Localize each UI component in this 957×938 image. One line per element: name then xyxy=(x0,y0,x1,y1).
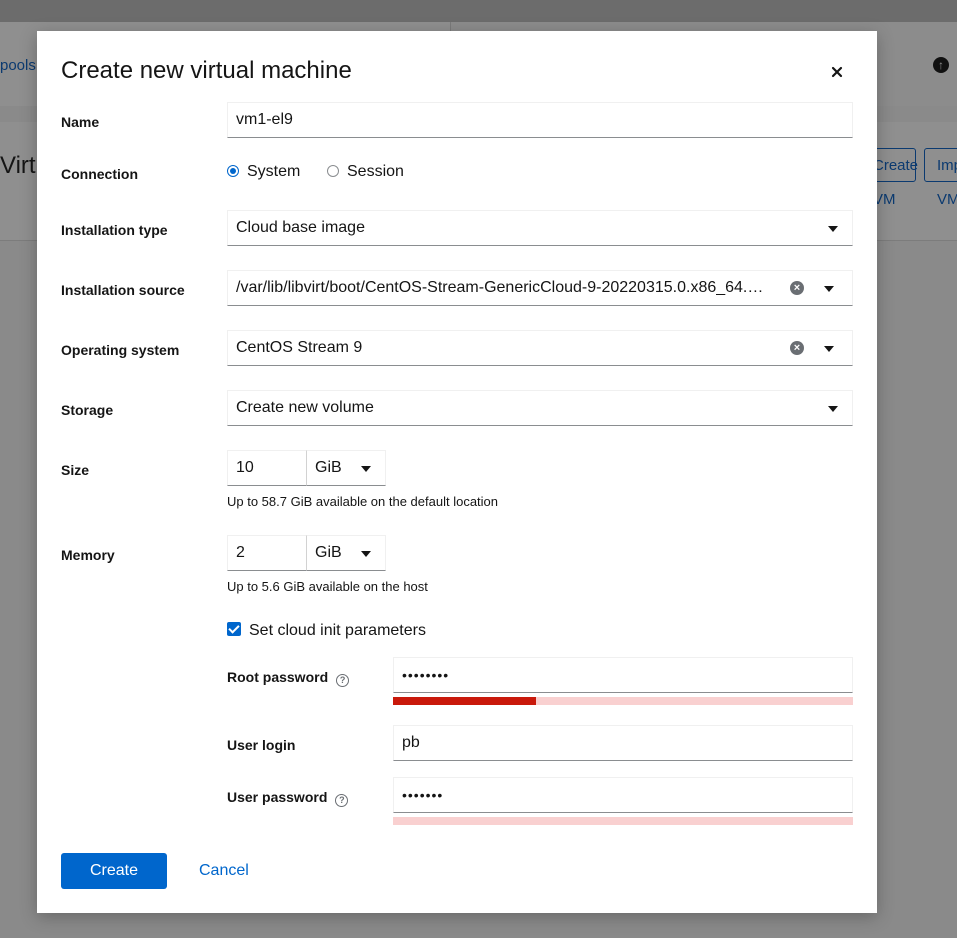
checkbox-checked-icon[interactable] xyxy=(227,622,241,636)
user-password-value: ••••••• xyxy=(402,787,444,803)
installation-source-value: /var/lib/libvirt/boot/CentOS-Stream-Gene… xyxy=(236,279,772,296)
root-password-strength-fill xyxy=(393,697,536,705)
cloud-init-checkbox-row[interactable]: Set cloud init parameters xyxy=(227,622,426,640)
memory-input[interactable]: 2 xyxy=(227,535,307,571)
close-button[interactable] xyxy=(829,64,845,80)
dialog-title: Create new virtual machine xyxy=(61,57,352,84)
operating-system-label: Operating system xyxy=(61,342,180,358)
caret-down-icon xyxy=(828,226,838,232)
storage-select[interactable]: Create new volume xyxy=(227,390,853,426)
installation-source-typeahead[interactable]: /var/lib/libvirt/boot/CentOS-Stream-Gene… xyxy=(227,270,853,306)
size-unit-select[interactable]: GiB xyxy=(306,450,386,486)
user-password-label: User password xyxy=(227,789,328,805)
user-login-value: pb xyxy=(402,734,420,751)
create-button[interactable]: Create xyxy=(61,853,167,889)
operating-system-typeahead[interactable]: CentOS Stream 9 × xyxy=(227,330,853,366)
operating-system-value: CentOS Stream 9 xyxy=(236,339,363,356)
connection-radio-session[interactable]: Session xyxy=(327,163,404,181)
cloud-init-checkbox-label: Set cloud init parameters xyxy=(249,622,426,639)
memory-unit-select[interactable]: GiB xyxy=(306,535,386,571)
background-masthead xyxy=(0,0,957,22)
root-password-input[interactable]: •••••••• xyxy=(393,657,853,693)
caret-down-icon xyxy=(828,406,838,412)
help-icon[interactable]: ? xyxy=(336,674,350,687)
clear-icon[interactable]: × xyxy=(790,341,804,355)
size-label: Size xyxy=(61,462,90,478)
close-icon xyxy=(831,66,843,78)
connection-label: Connection xyxy=(61,166,138,182)
radio-unselected-icon xyxy=(327,165,339,177)
user-password-strength-bar xyxy=(393,817,853,825)
root-password-value: •••••••• xyxy=(402,667,450,683)
user-login-label: User login xyxy=(227,737,296,753)
size-helper-text: Up to 58.7 GiB available on the default … xyxy=(227,494,499,509)
installation-source-label: Installation source xyxy=(61,282,185,298)
storage-value: Create new volume xyxy=(236,399,374,416)
caret-down-icon xyxy=(361,551,371,557)
connection-radio-system[interactable]: System xyxy=(227,163,300,181)
caret-down-icon[interactable] xyxy=(824,286,834,292)
connection-option-system-label: System xyxy=(247,163,301,180)
upload-icon: ↑ xyxy=(933,57,949,73)
size-input[interactable]: 10 xyxy=(227,450,307,486)
installation-type-value: Cloud base image xyxy=(236,219,365,236)
memory-helper-text: Up to 5.6 GiB available on the host xyxy=(227,579,428,594)
connection-option-session-label: Session xyxy=(347,163,404,180)
memory-unit-value: GiB xyxy=(315,544,342,561)
memory-label: Memory xyxy=(61,547,115,563)
installation-type-label: Installation type xyxy=(61,222,168,238)
user-login-input[interactable]: pb xyxy=(393,725,853,761)
help-icon[interactable]: ? xyxy=(335,794,349,807)
background-pools-link: pools xyxy=(0,57,36,74)
installation-type-select[interactable]: Cloud base image xyxy=(227,210,853,246)
name-label: Name xyxy=(61,114,100,130)
user-password-label-row: User password? xyxy=(227,789,349,807)
cancel-link[interactable]: Cancel xyxy=(199,862,249,880)
root-password-label-row: Root password? xyxy=(227,669,350,687)
root-password-strength-bar xyxy=(393,697,853,705)
create-vm-dialog: Create new virtual machine Name vm1-el9 … xyxy=(37,31,877,913)
background-import-vm-button: Import VM xyxy=(924,148,957,208)
user-password-input[interactable]: ••••••• xyxy=(393,777,853,813)
clear-icon[interactable]: × xyxy=(790,281,804,295)
caret-down-icon[interactable] xyxy=(824,346,834,352)
storage-label: Storage xyxy=(61,402,114,418)
caret-down-icon xyxy=(361,466,371,472)
name-input[interactable]: vm1-el9 xyxy=(227,102,853,138)
root-password-label: Root password xyxy=(227,669,329,685)
size-unit-value: GiB xyxy=(315,459,342,476)
radio-selected-icon xyxy=(227,165,239,177)
